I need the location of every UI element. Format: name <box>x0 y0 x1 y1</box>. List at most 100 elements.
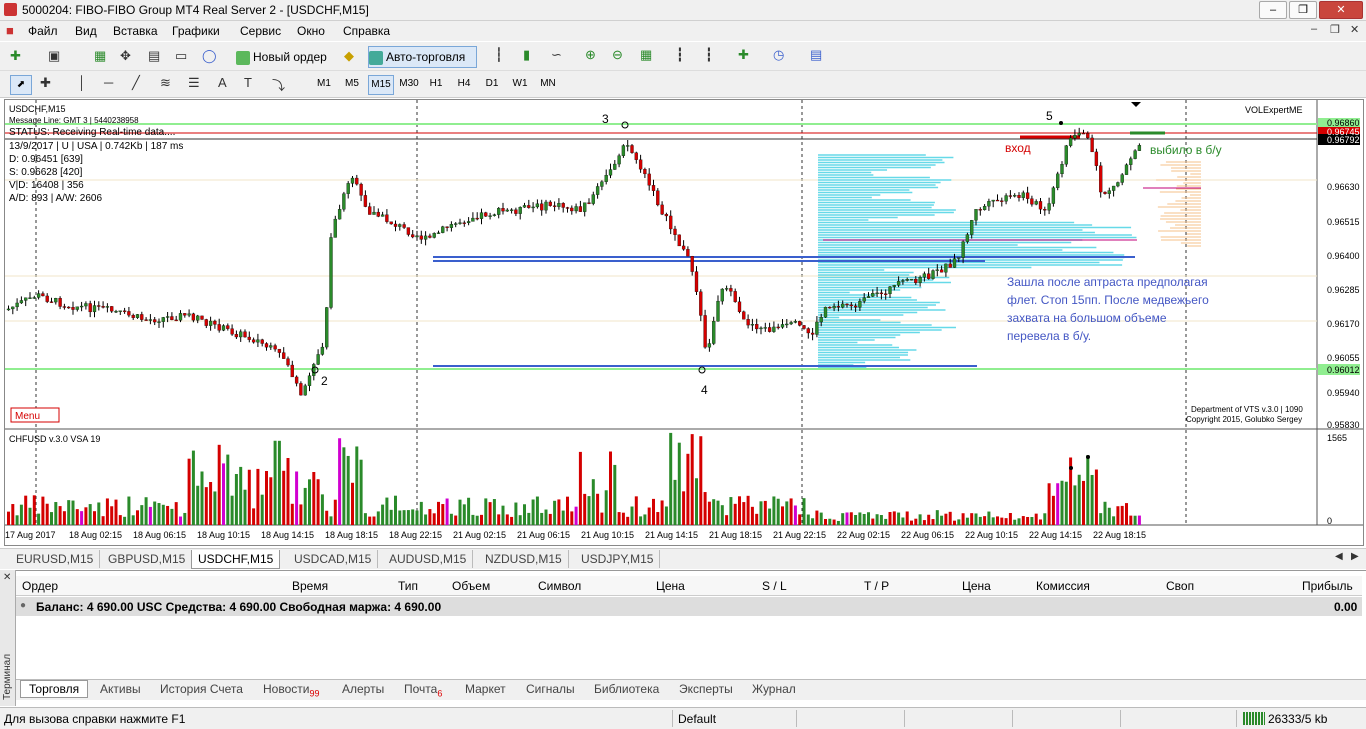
navigator-icon[interactable]: ✥ <box>120 48 131 64</box>
chart-shift-marker[interactable] <box>1131 102 1141 107</box>
periods-icon[interactable]: ◷ <box>773 47 784 63</box>
volume-bar <box>789 498 793 525</box>
menu-tools[interactable]: Сервис <box>240 24 281 38</box>
volume-bar <box>501 505 505 525</box>
market-watch-icon[interactable]: ▦ <box>94 48 106 64</box>
menu-window[interactable]: Окно <box>297 24 325 38</box>
tile-windows-icon[interactable]: ▦ <box>640 47 652 63</box>
zoom-in-icon[interactable]: ⊕ <box>585 47 596 63</box>
volume-bar <box>230 495 234 525</box>
horizontal-line-icon[interactable]: ─ <box>104 75 113 90</box>
zoom-out-icon[interactable]: ⊖ <box>612 47 623 63</box>
trendline-icon[interactable]: ╱ <box>132 75 140 91</box>
menu-help[interactable]: Справка <box>343 24 390 38</box>
candle <box>221 325 226 331</box>
col-type[interactable]: Тип <box>398 579 418 593</box>
tf-d1[interactable]: D1 <box>480 75 504 93</box>
autotrading-button[interactable]: Авто-торговля <box>368 46 477 68</box>
text-label-icon[interactable]: T <box>244 75 252 90</box>
tab-alerts[interactable]: Алерты <box>342 682 384 696</box>
tab-library[interactable]: Библиотека <box>594 682 659 696</box>
menu-insert[interactable]: Вставка <box>113 24 158 38</box>
chart-tab-eurusd[interactable]: EURUSD,M15 <box>10 550 101 568</box>
child-restore-icon[interactable]: ❐ <box>1330 23 1340 36</box>
bar-chart-icon[interactable]: ┆ <box>495 47 503 63</box>
text-icon[interactable]: A <box>218 75 227 90</box>
meta-editor-icon[interactable]: ◆ <box>344 48 354 64</box>
col-price[interactable]: Цена <box>656 579 685 593</box>
child-close-icon[interactable]: ✕ <box>1350 23 1359 36</box>
tab-market[interactable]: Маркет <box>465 682 506 696</box>
tab-signals[interactable]: Сигналы <box>526 682 575 696</box>
candle <box>299 383 303 396</box>
tf-m1[interactable]: M1 <box>312 75 336 93</box>
terminal-icon[interactable]: ▭ <box>175 48 187 64</box>
chart-tab-gbpusd[interactable]: GBPUSD,M15 <box>102 550 193 568</box>
col-symbol[interactable]: Символ <box>538 579 581 593</box>
balance-row[interactable]: ● Баланс: 4 690.00 USC Средства: 4 690.0… <box>16 597 1362 616</box>
cursor-tool[interactable]: ⬈ <box>10 75 32 95</box>
minimize-button[interactable]: – <box>1259 1 1287 19</box>
arrows-icon[interactable]: ⤵ <box>272 75 285 94</box>
col-swap[interactable]: Своп <box>1166 579 1194 593</box>
channel-icon[interactable]: ≋ <box>160 75 171 91</box>
child-minimize-icon[interactable]: – <box>1311 23 1317 35</box>
data-window-icon[interactable]: ▤ <box>148 48 160 64</box>
candle <box>316 354 320 365</box>
close-button[interactable]: ✕ <box>1319 1 1363 19</box>
tf-h4[interactable]: H4 <box>452 75 476 93</box>
menu-view[interactable]: Вид <box>75 24 97 38</box>
vertical-line-icon[interactable]: │ <box>78 75 86 90</box>
templates-icon[interactable]: ▤ <box>810 47 822 63</box>
line-chart-icon[interactable]: ∽ <box>551 47 562 63</box>
tab-journal[interactable]: Журнал <box>752 682 796 696</box>
tab-exposure[interactable]: Активы <box>100 682 141 696</box>
new-order-button[interactable]: Новый ордер <box>235 46 337 68</box>
chart-tab-usdcad[interactable]: USDCAD,M15 <box>288 550 379 568</box>
chart-tab-audusd[interactable]: AUDUSD,M15 <box>383 550 474 568</box>
menu-charts[interactable]: Графики <box>172 24 220 38</box>
new-chart-icon[interactable]: ✚ <box>10 48 21 64</box>
tf-m5[interactable]: M5 <box>340 75 364 93</box>
tab-trade[interactable]: Торговля <box>20 680 89 698</box>
col-tp[interactable]: T / P <box>864 579 889 593</box>
candle-chart-icon[interactable]: ▮ <box>523 47 530 63</box>
tf-w1[interactable]: W1 <box>508 75 532 93</box>
menu-file[interactable]: Файл <box>28 24 58 38</box>
col-sl[interactable]: S / L <box>762 579 787 593</box>
profiles-icon[interactable]: ▣ <box>48 48 60 64</box>
tester-icon[interactable]: ◯ <box>202 48 217 64</box>
tab-scroll-right-icon[interactable]: ▶ <box>1351 551 1359 562</box>
fibonacci-icon[interactable]: ☰ <box>188 75 200 91</box>
candle <box>643 169 647 175</box>
col-commission[interactable]: Комиссия <box>1036 579 1090 593</box>
price-chart[interactable]: 0.96860 0.96792 0.96745 0.96630 0.96515 … <box>5 100 1363 545</box>
tf-mn[interactable]: MN <box>536 75 560 93</box>
tab-account-history[interactable]: История Счета <box>160 682 243 696</box>
chart-tab-usdchf[interactable]: USDCHF,M15 <box>191 550 281 569</box>
chart-shift-icon[interactable]: ┇ <box>705 47 713 63</box>
tf-m30[interactable]: M30 <box>396 75 422 93</box>
col-price-current[interactable]: Цена <box>962 579 991 593</box>
col-time[interactable]: Время <box>292 579 328 593</box>
tab-mailbox[interactable]: Почта6 <box>404 682 442 698</box>
tf-h1[interactable]: H1 <box>424 75 448 93</box>
chart-tab-nzdusd[interactable]: NZDUSD,M15 <box>479 550 569 568</box>
tf-m15[interactable]: M15 <box>368 75 394 95</box>
restore-button[interactable]: ❐ <box>1289 1 1317 19</box>
col-order[interactable]: Ордер <box>22 579 58 593</box>
candle <box>686 249 690 257</box>
volume-bar <box>148 506 152 525</box>
col-profit[interactable]: Прибыль <box>1302 579 1353 593</box>
tab-news[interactable]: Новости99 <box>263 682 319 698</box>
candle <box>587 202 591 204</box>
tab-experts[interactable]: Эксперты <box>679 682 733 696</box>
indicators-icon[interactable]: ✚ <box>738 47 749 63</box>
tab-scroll-left-icon[interactable]: ◀ <box>1335 551 1343 562</box>
chart-tab-usdjpy[interactable]: USDJPY,M15 <box>575 550 661 568</box>
terminal-close-icon[interactable]: ✕ <box>3 572 11 583</box>
auto-scroll-icon[interactable]: ┇ <box>676 47 684 63</box>
crosshair-icon[interactable]: ✚ <box>40 75 51 91</box>
col-volume[interactable]: Объем <box>452 579 490 593</box>
chart-window[interactable]: 0.96860 0.96792 0.96745 0.96630 0.96515 … <box>4 99 1364 546</box>
